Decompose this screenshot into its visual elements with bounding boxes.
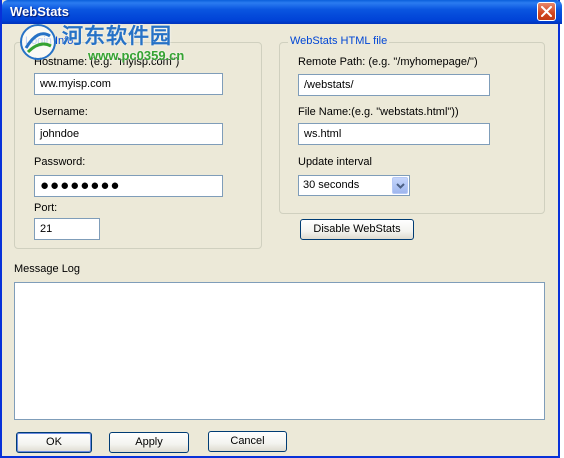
window-title: WebStats [10, 4, 69, 19]
chevron-down-icon [396, 183, 405, 189]
hostname-field[interactable]: ww.myisp.com [34, 73, 223, 95]
watermark-url: www.pc0359.cn [88, 48, 185, 63]
update-interval-select[interactable]: 30 seconds [298, 175, 410, 196]
port-field[interactable]: 21 [34, 218, 100, 240]
port-label: Port: [34, 202, 58, 214]
message-log-label: Message Log [14, 263, 81, 275]
remote-path-label: Remote Path: (e.g. "/myhomepage/") [298, 56, 478, 68]
ok-button[interactable]: OK [16, 432, 92, 453]
file-name-field[interactable]: ws.html [298, 123, 490, 145]
update-interval-label: Update interval [298, 156, 372, 168]
html-file-title: WebStats HTML file [288, 35, 390, 47]
username-field[interactable]: johndoe [34, 123, 223, 145]
close-icon [541, 6, 552, 17]
watermark-logo-icon [20, 24, 56, 60]
cancel-button[interactable]: Cancel [208, 431, 287, 452]
password-label: Password: [34, 156, 86, 168]
watermark-site-name: 河东软件园 [62, 24, 172, 48]
update-interval-dropdown-button[interactable] [392, 177, 408, 194]
apply-button[interactable]: Apply [109, 432, 189, 453]
password-field[interactable]: ●●●●●●●● [34, 175, 223, 197]
update-interval-value: 30 seconds [303, 179, 360, 191]
disable-webstats-button[interactable]: Disable WebStats [300, 219, 414, 240]
message-log[interactable] [14, 282, 545, 420]
remote-path-field[interactable]: /webstats/ [298, 74, 490, 96]
file-name-label: File Name:(e.g. "webstats.html")) [298, 106, 459, 118]
webstats-dialog: WebStats Login Info Hostname: (e.g. "myi… [0, 0, 562, 458]
close-button[interactable] [537, 2, 556, 21]
username-label: Username: [34, 106, 88, 118]
